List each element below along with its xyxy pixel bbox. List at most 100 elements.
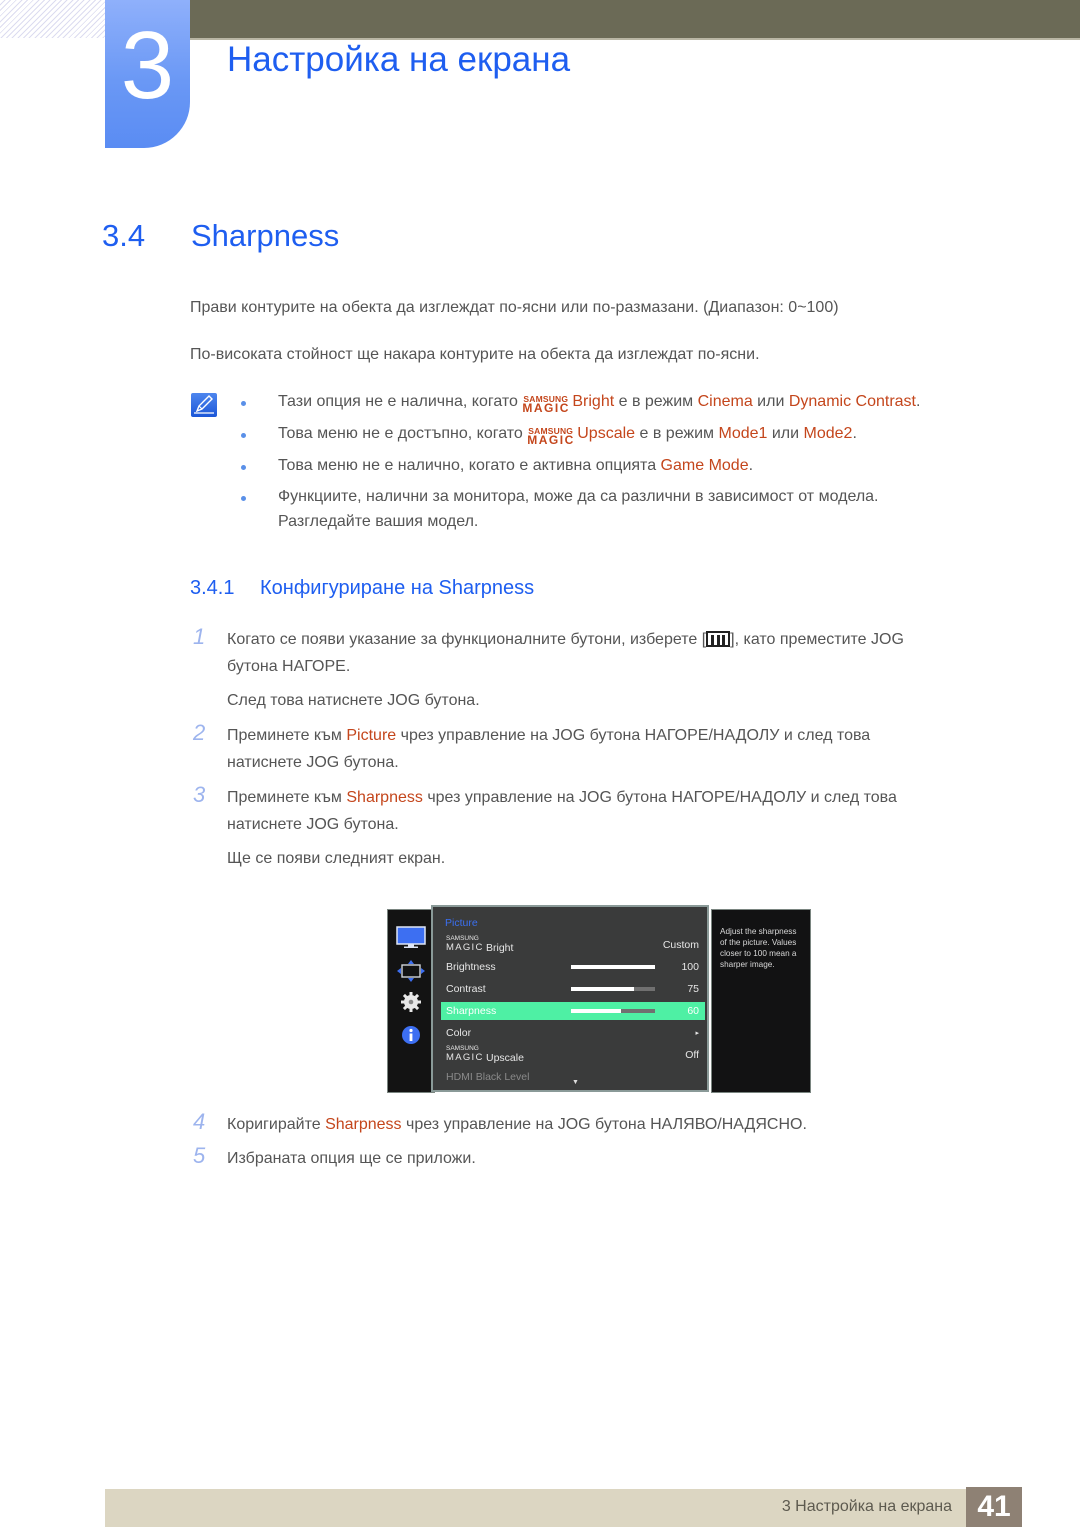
step-number: 2 — [193, 720, 206, 745]
note-text: или — [752, 393, 789, 410]
highlight-term: Picture — [346, 727, 397, 744]
note-pencil-icon — [191, 393, 217, 417]
highlight-term: Mode2 — [803, 425, 853, 442]
osd-help-text: Adjust the sharpness of the picture. Val… — [720, 927, 797, 969]
bullet — [241, 496, 246, 501]
osd-side-menu — [387, 909, 435, 1093]
step-text-part: ], като преместите JOG — [730, 631, 904, 648]
osd-row-value: 60 — [687, 1005, 699, 1017]
decorative-hatch — [0, 0, 105, 38]
note-item: Това меню не е налично, когато е активна… — [278, 454, 753, 478]
osd-picture-menu: Picture SAMSUNG MAGIC Bright Custom Bright… — [431, 905, 709, 1092]
magic-brand-bottom: MAGIC — [446, 1052, 484, 1063]
osd-row-value: Custom — [662, 939, 699, 951]
osd-row-sharpness[interactable]: Sharpness 60 — [441, 1002, 705, 1020]
page-footer: 3 Настройка на екрана — [105, 1489, 1022, 1527]
note-item: Това меню не е достъпно, когато SAMSUNG M… — [278, 422, 857, 447]
step-extra-text: След това натиснете JOG бутона. — [227, 692, 480, 709]
highlight-term: Sharpness — [346, 789, 423, 806]
magic-brand-top: SAMSUNG — [446, 935, 479, 942]
magic-brand-bottom: MAGIC — [522, 401, 570, 415]
step-text-part: чрез управление на JOG бутона НАЛЯВО/НАД… — [401, 1116, 807, 1133]
highlight-term: Mode1 — [718, 425, 768, 442]
brightness-slider[interactable] — [571, 965, 655, 969]
osd-row-label: Sharpness — [446, 1005, 497, 1017]
highlight-term: Upscale — [577, 425, 636, 442]
subsection-title-text: Конфигуриране на Sharpness — [260, 577, 535, 599]
osd-row-magicupscale[interactable]: SAMSUNG MAGIC Upscale Off — [441, 1045, 705, 1064]
section-title: 3.4 Sharpness — [102, 218, 339, 254]
step-number: 3 — [193, 782, 206, 807]
samsung-magic-logo: SAMSUNG MAGIC — [446, 1045, 486, 1063]
osd-row-color[interactable]: Color ▸ — [441, 1024, 705, 1042]
step-text-line2: бутона НАГОРЕ. — [227, 658, 351, 675]
osd-row-label-text: Upscale — [486, 1052, 524, 1064]
osd-row-brightness[interactable]: Brightness 100 — [441, 958, 705, 976]
step-number: 5 — [193, 1143, 206, 1168]
step-text: Преминете към Sharpness чрез управление … — [227, 784, 897, 811]
contrast-slider[interactable] — [571, 987, 655, 991]
gear-icon — [401, 992, 421, 1012]
slider-fill — [571, 987, 634, 991]
note-item: Тази опция не е налична, когато SAMSUNG M… — [278, 390, 921, 415]
note-text: . — [748, 457, 754, 474]
step-text-part: Преминете към — [227, 727, 347, 744]
highlight-term: Bright — [572, 393, 615, 410]
note-text: е в режим — [614, 393, 698, 410]
osd-row-label: HDMI Black Level — [446, 1071, 530, 1083]
subsection-title: 3.4.1 Конфигуриране на Sharpness — [190, 577, 534, 600]
osd-category-title: Picture — [445, 917, 478, 929]
sharpness-slider[interactable] — [571, 1009, 655, 1013]
section-number: 3.4 — [102, 218, 146, 253]
step-text: Преминете към Picture чрез управление на… — [227, 722, 870, 749]
osd-row-label: Contrast — [446, 983, 486, 995]
bullet — [241, 401, 246, 406]
step-text: Избраната опция ще се приложи. — [227, 1150, 476, 1167]
position-arrows-icon — [397, 960, 425, 982]
header-bar — [190, 0, 1080, 40]
highlight-term: Game Mode — [660, 457, 749, 474]
osd-row-value: 100 — [681, 961, 699, 973]
monitor-icon — [396, 926, 426, 948]
scroll-down-icon[interactable]: ▼ — [572, 1079, 579, 1086]
step-text: Коригирайте Sharpness чрез управление на… — [227, 1111, 807, 1138]
magic-brand-bottom: MAGIC — [527, 433, 575, 447]
page-number: 41 — [966, 1487, 1022, 1527]
osd-row-value: Off — [685, 1049, 699, 1061]
description-paragraph: Прави контурите на обекта да изглеждат п… — [190, 299, 839, 316]
osd-row-label: SAMSUNG MAGIC Bright — [446, 935, 514, 954]
osd-row-label: Brightness — [446, 961, 496, 973]
highlight-term: Sharpness — [325, 1116, 402, 1133]
osd-row-contrast[interactable]: Contrast 75 — [441, 980, 705, 998]
note-item: Функциите, налични за монитора, може да … — [278, 488, 879, 505]
step-text-line2: натиснете JOG бутона. — [227, 816, 399, 833]
note-text: Това меню не е достъпно, когато — [278, 425, 528, 442]
slider-fill — [571, 1009, 622, 1013]
note-text: . — [916, 393, 921, 410]
note-text: е в режим — [635, 425, 719, 442]
footer-chapter-label: 3 Настройка на екрана — [781, 1498, 952, 1515]
osd-help-panel: Adjust the sharpness of the picture. Val… — [711, 909, 811, 1093]
magic-brand-top: SAMSUNG — [446, 1045, 479, 1052]
bullet — [241, 465, 246, 470]
samsung-magic-logo: SAMSUNG MAGIC — [522, 391, 572, 415]
info-icon — [402, 1026, 420, 1044]
chapter-number: 3 — [120, 12, 175, 119]
note-text: Това меню не е налично, когато е активна… — [278, 457, 661, 474]
submenu-arrow-icon: ▸ — [695, 1030, 699, 1037]
step-text-part: Коригирайте — [227, 1116, 326, 1133]
subsection-number: 3.4.1 — [190, 577, 235, 599]
step-text-part: Преминете към — [227, 789, 347, 806]
step-number: 4 — [193, 1109, 206, 1134]
note-text: . — [852, 425, 857, 442]
osd-row-label-text: Bright — [486, 942, 514, 954]
highlight-term: Dynamic Contrast — [788, 393, 916, 410]
section-title-text: Sharpness — [191, 218, 340, 253]
osd-row-magicbright[interactable]: SAMSUNG MAGIC Bright Custom — [441, 935, 705, 954]
bullet — [241, 433, 246, 438]
highlight-term: Cinema — [697, 393, 753, 410]
note-text: Тази опция не е налична, когато — [278, 393, 523, 410]
chapter-title: Настройка на екрана — [227, 40, 571, 79]
slider-fill — [571, 965, 655, 969]
note-text: или — [767, 425, 804, 442]
